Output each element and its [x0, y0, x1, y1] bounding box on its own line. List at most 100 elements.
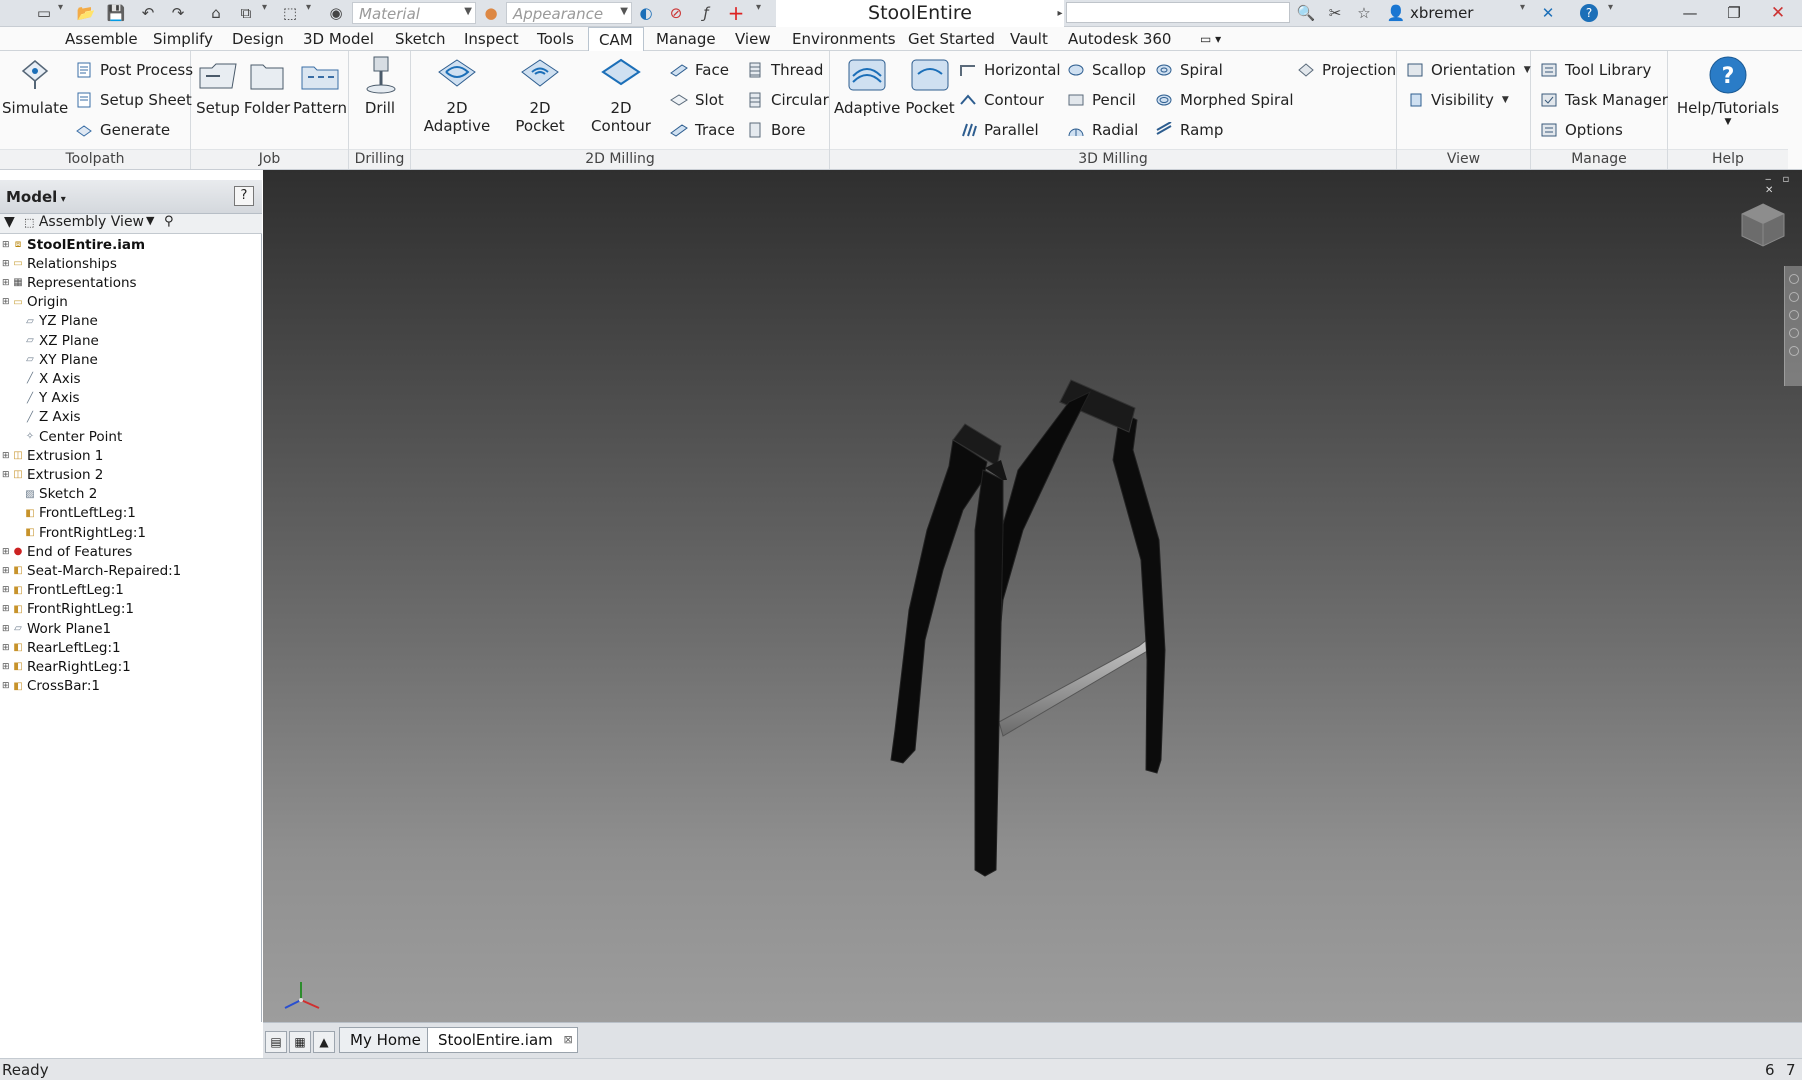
- trace-button[interactable]: Trace: [669, 117, 735, 143]
- redo-icon[interactable]: ↷: [168, 4, 188, 22]
- viewcube-icon[interactable]: [1738, 200, 1788, 250]
- chevron-down-icon[interactable]: ▼: [146, 214, 154, 227]
- look-at-icon[interactable]: [1789, 346, 1799, 356]
- minimize-button[interactable]: —: [1668, 0, 1712, 27]
- assembly-view-selector[interactable]: ⬚ Assembly View: [24, 214, 144, 230]
- add-icon[interactable]: +: [726, 1, 746, 25]
- help-tutorials-button[interactable]: ? Help/Tutorials ▼: [1670, 55, 1786, 127]
- tab-3d-model[interactable]: 3D Model: [293, 27, 384, 51]
- stool-model[interactable]: [263, 170, 1802, 1022]
- help-icon[interactable]: ?: [1580, 4, 1598, 22]
- tree-item[interactable]: ▱ XY Plane: [14, 350, 98, 369]
- tab-cam[interactable]: CAM: [588, 27, 644, 52]
- tab-inspect[interactable]: Inspect: [454, 27, 529, 51]
- drill-button[interactable]: Drill: [355, 55, 405, 117]
- restore-button[interactable]: ❐: [1712, 0, 1756, 27]
- parallel-button[interactable]: Parallel: [958, 117, 1039, 143]
- customize-dropdown-icon[interactable]: ▾: [756, 2, 761, 13]
- tree-item[interactable]: ▨ Sketch 2: [14, 485, 97, 504]
- tree-item[interactable]: ⊞ ⧈ StoolEntire.iam: [2, 235, 145, 254]
- setup-sheet-button[interactable]: Setup Sheet: [74, 87, 192, 113]
- tab-manage[interactable]: Manage: [646, 27, 726, 51]
- graphics-viewport[interactable]: ‒ ▫ ✕: [263, 170, 1802, 1022]
- pencil-button[interactable]: Pencil: [1066, 87, 1136, 113]
- post-process-button[interactable]: Post Process: [74, 57, 193, 83]
- color-wheel-icon[interactable]: ◉: [326, 4, 346, 22]
- tree-item[interactable]: ◧ FrontRightLeg:1: [14, 523, 146, 542]
- material-combo[interactable]: Material ▼: [352, 2, 476, 24]
- tab-simplify[interactable]: Simplify: [143, 27, 223, 51]
- bore-button[interactable]: Bore: [745, 117, 806, 143]
- browser-title[interactable]: Model ▾: [6, 188, 66, 206]
- spiral-button[interactable]: Spiral: [1154, 57, 1223, 83]
- new-icon[interactable]: ▭: [34, 4, 54, 22]
- circular-button[interactable]: Circular: [745, 87, 829, 113]
- home-icon[interactable]: ⌂: [206, 4, 226, 22]
- horizontal-button[interactable]: Horizontal: [958, 57, 1061, 83]
- clear-icon[interactable]: ⊘: [666, 4, 686, 22]
- tab-get-started[interactable]: Get Started: [898, 27, 1005, 51]
- tree-item[interactable]: ⊞ ▭ Origin: [2, 293, 68, 312]
- tree-expander-icon[interactable]: ⊞: [2, 662, 12, 672]
- tree-item[interactable]: ╱ Z Axis: [14, 408, 81, 427]
- user-icon[interactable]: 👤: [1386, 4, 1406, 22]
- tree-item[interactable]: ▱ XZ Plane: [14, 331, 99, 350]
- tree-expander-icon[interactable]: ⊞: [2, 585, 12, 595]
- tree-expander-icon[interactable]: ⊞: [2, 604, 12, 614]
- face-button[interactable]: Face: [669, 57, 729, 83]
- help-icon[interactable]: ?: [234, 186, 254, 206]
- tree-item[interactable]: ⊞ ▦ Representations: [2, 273, 137, 292]
- tab-stoolentire[interactable]: StoolEntire.iam ⊠: [427, 1027, 578, 1053]
- open-icon[interactable]: 📂: [76, 4, 96, 22]
- binoculars-icon[interactable]: 🔍: [1296, 4, 1316, 22]
- tree-item[interactable]: ╱ X Axis: [14, 369, 81, 388]
- undo-icon[interactable]: ↶: [138, 4, 158, 22]
- tree-expander-icon[interactable]: ⊞: [2, 470, 12, 480]
- tree-expander-icon[interactable]: ⊞: [2, 451, 12, 461]
- save-icon[interactable]: 💾: [106, 4, 126, 22]
- tree-item[interactable]: ⊞ ▭ Relationships: [2, 254, 117, 273]
- tree-expander-icon[interactable]: ⊞: [2, 566, 12, 576]
- tree-expander-icon[interactable]: ⊞: [2, 681, 12, 691]
- tree-item[interactable]: ⊞ ◫ Extrusion 1: [2, 446, 103, 465]
- morphed-spiral-button[interactable]: Morphed Spiral: [1154, 87, 1294, 113]
- tree-expander-icon[interactable]: ⊞: [2, 240, 12, 250]
- cascade-windows-icon[interactable]: ▤: [265, 1031, 287, 1053]
- new-dropdown-icon[interactable]: ▾: [58, 2, 63, 13]
- radial-button[interactable]: Radial: [1066, 117, 1138, 143]
- steering-wheel-icon[interactable]: [1789, 274, 1799, 284]
- tree-expander-icon[interactable]: ⊞: [2, 278, 12, 288]
- filter-icon[interactable]: ▼: [4, 214, 15, 230]
- search-input[interactable]: [1066, 2, 1290, 23]
- tree-item[interactable]: ⊞ ◧ Seat-March-Repaired:1: [2, 561, 181, 580]
- tree-expander-icon[interactable]: ⊞: [2, 259, 12, 269]
- generate-button[interactable]: Generate: [74, 117, 170, 143]
- help-dropdown-icon[interactable]: ▾: [1608, 2, 1613, 13]
- tree-item[interactable]: ▱ YZ Plane: [14, 312, 98, 331]
- tab-tools[interactable]: Tools: [527, 27, 584, 51]
- task-manager-button[interactable]: Task Manager: [1539, 87, 1668, 113]
- slot-button[interactable]: Slot: [669, 87, 724, 113]
- binoculars-icon[interactable]: ⚲: [164, 214, 174, 229]
- close-button[interactable]: ✕: [1756, 0, 1800, 27]
- tab-autodesk-360[interactable]: Autodesk 360: [1058, 27, 1181, 51]
- update-dropdown-icon[interactable]: ▾: [262, 2, 267, 13]
- options-button[interactable]: Options: [1539, 117, 1623, 143]
- user-dropdown-icon[interactable]: ▾: [1520, 2, 1525, 13]
- exchange-icon[interactable]: ✕: [1538, 4, 1558, 22]
- parameters-icon[interactable]: ƒ: [696, 4, 716, 22]
- appearance-ball-icon[interactable]: ●: [481, 4, 501, 22]
- pattern-button[interactable]: Pattern: [293, 55, 347, 117]
- tree-item[interactable]: ⊞ ◧ RearLeftLeg:1: [2, 638, 121, 657]
- zoom-icon[interactable]: [1789, 310, 1799, 320]
- projection-button[interactable]: Projection: [1296, 57, 1396, 83]
- tree-item[interactable]: ⊞ ◧ CrossBar:1: [2, 677, 100, 696]
- tab-view[interactable]: View: [725, 27, 781, 51]
- tree-expander-icon[interactable]: ⊞: [2, 643, 12, 653]
- tree-expander-icon[interactable]: ⊞: [2, 624, 12, 634]
- tree-expander-icon[interactable]: ⊞: [2, 297, 12, 307]
- tree-item[interactable]: ◧ FrontLeftLeg:1: [14, 504, 136, 523]
- tree-item[interactable]: ⊞ ◧ FrontRightLeg:1: [2, 600, 134, 619]
- select-icon[interactable]: ⬚: [280, 4, 300, 22]
- setup-button[interactable]: Setup: [195, 55, 241, 117]
